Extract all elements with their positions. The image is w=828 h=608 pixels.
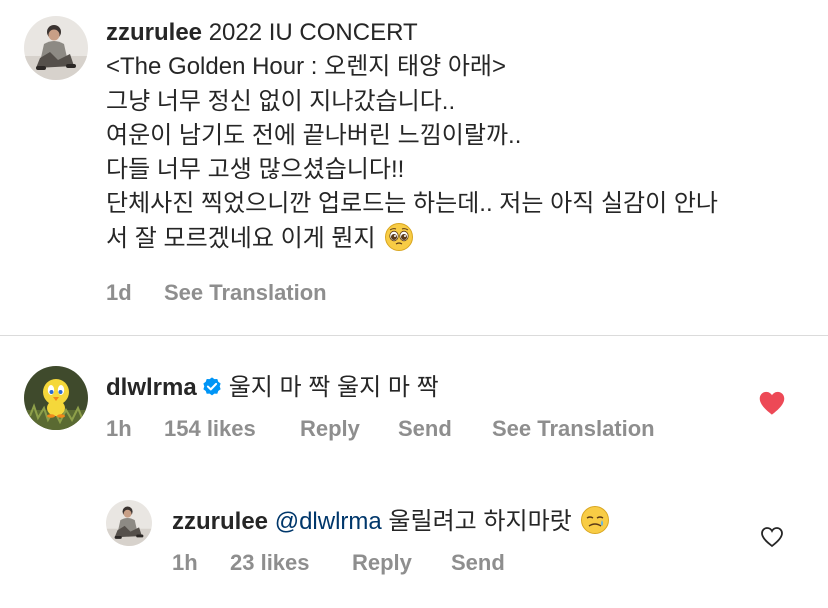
verified-badge-icon — [201, 376, 223, 405]
caption-text: 2022 IU CONCERT — [208, 19, 418, 46]
reply-likes[interactable]: 23 likes — [230, 550, 310, 576]
post-author-avatar[interactable] — [24, 16, 88, 80]
caption-line: 서 잘 모르겠네요 이게 뭔지 — [106, 222, 806, 262]
comment-send-button[interactable]: Send — [398, 416, 452, 442]
comment-likes[interactable]: 154 likes — [164, 416, 256, 442]
see-translation-link[interactable]: See Translation — [164, 280, 327, 306]
reply-text: 울릴려고 하지마랏 — [388, 508, 572, 535]
reply-username[interactable]: zzurulee — [172, 508, 268, 535]
reply-send-button[interactable]: Send — [451, 550, 505, 576]
caption-text: 서 잘 모르겠네요 이게 뭔지 — [106, 224, 376, 252]
comment-see-translation-link[interactable]: See Translation — [492, 416, 655, 442]
reply-body: zzurulee @dlwlrma 울릴려고 하지마랏 — [172, 501, 610, 542]
commenter-username[interactable]: dlwlrma — [106, 374, 197, 401]
caption-line: 다들 너무 고생 많으셨습니다!! — [106, 156, 405, 184]
post-username[interactable]: zzurulee — [106, 19, 202, 46]
caption-line: 단체사진 찍었으니깐 업로드는 하는데.. 저는 아직 실감이 안나 — [106, 190, 719, 218]
commenter-avatar[interactable] — [24, 366, 88, 430]
comment-body: dlwlrma 울지 마 짝 울지 마 짝 — [106, 367, 439, 405]
post-time: 1d — [106, 280, 132, 305]
pleading-face-emoji — [384, 222, 414, 262]
reply-time: 1h — [172, 550, 198, 575]
comment-time: 1h — [106, 416, 132, 441]
caption-line: 여운이 남기도 전에 끝나버린 느낌이랄까.. — [106, 121, 522, 149]
caption-line: 그냥 너무 정신 없이 지나갔습니다.. — [106, 87, 456, 115]
post-caption: zzurulee 2022 IU CONCERT <The Golden Hou… — [106, 16, 806, 262]
face-holding-back-tears-emoji — [580, 505, 610, 542]
comment-text: 울지 마 짝 울지 마 짝 — [228, 374, 439, 401]
heart-outline-icon[interactable] — [760, 526, 784, 553]
caption-line: <The Golden Hour : 오렌지 태양 아래> — [106, 53, 507, 81]
divider — [0, 335, 828, 336]
caption-line: zzurulee 2022 IU CONCERT — [106, 16, 806, 50]
comment-reply-button[interactable]: Reply — [300, 416, 360, 442]
reply-reply-button[interactable]: Reply — [352, 550, 412, 576]
mention-link[interactable]: @dlwlrma — [275, 508, 382, 535]
heart-filled-icon[interactable] — [758, 390, 786, 421]
reply-author-avatar[interactable] — [106, 500, 152, 546]
